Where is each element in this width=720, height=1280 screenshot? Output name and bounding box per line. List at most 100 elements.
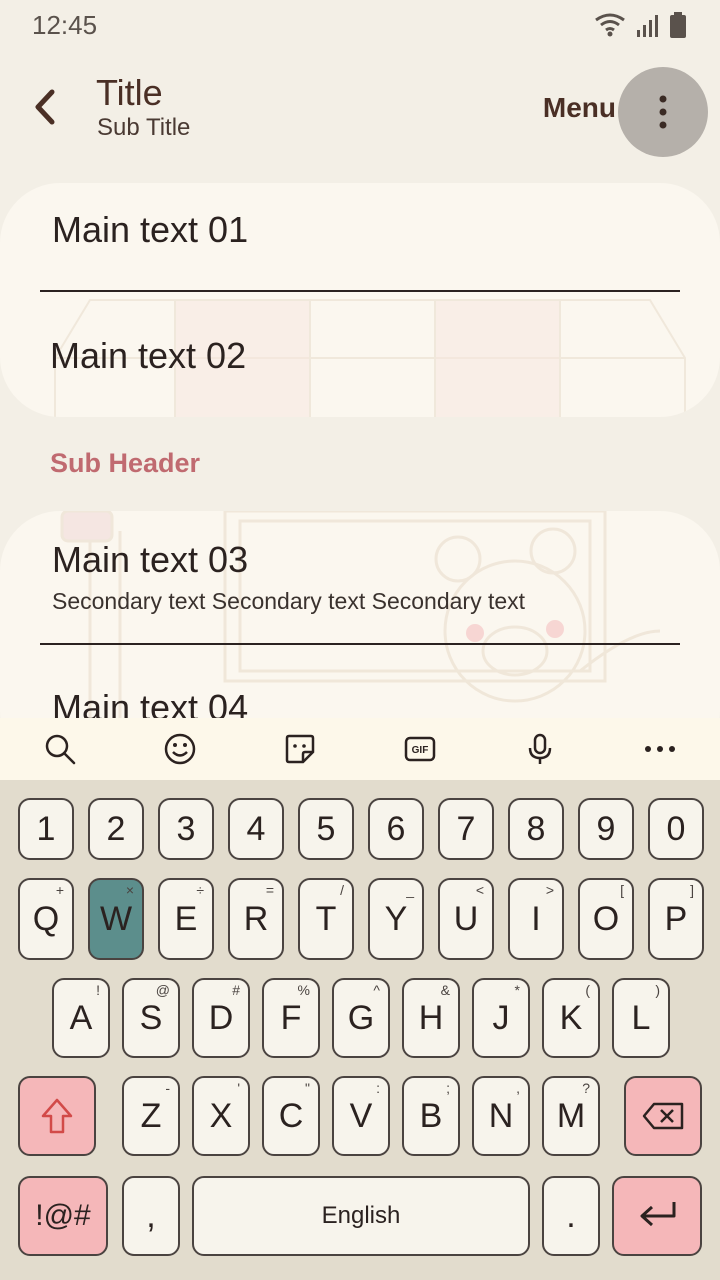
key-label: 8 <box>526 809 546 848</box>
voice-input-button[interactable] <box>523 732 557 766</box>
symbols-key[interactable]: !@# <box>18 1176 108 1256</box>
key-d[interactable]: D # <box>192 978 250 1058</box>
key-secondary-symbol: # <box>232 982 240 998</box>
key-secondary-symbol: " <box>305 1080 310 1096</box>
key-label: V <box>349 1096 373 1135</box>
key-e[interactable]: E ÷ <box>158 878 214 960</box>
signal-icon <box>637 15 658 37</box>
key-label: P <box>664 899 688 938</box>
key-secondary-symbol: ] <box>690 882 694 898</box>
shift-key[interactable] <box>18 1076 96 1156</box>
divider <box>40 290 680 292</box>
key-secondary-symbol: / <box>340 882 344 898</box>
key-k[interactable]: K( <box>542 978 600 1058</box>
key-t[interactable]: T / <box>298 878 354 960</box>
key-secondary-symbol: * <box>514 982 520 998</box>
key-z[interactable]: Z- <box>122 1076 180 1156</box>
key-6[interactable]: 6 <box>368 798 424 860</box>
key-label: E <box>174 899 198 938</box>
key-y[interactable]: Y _ <box>368 878 424 960</box>
period-key[interactable]: . <box>542 1176 600 1256</box>
more-tools-button[interactable] <box>643 732 677 766</box>
menu-button[interactable]: Menu <box>543 92 616 124</box>
list-item-3[interactable]: Main text 03 <box>52 539 248 581</box>
key-secondary-symbol: ÷ <box>196 882 204 898</box>
key-m[interactable]: M? <box>542 1076 600 1156</box>
key-label: R <box>243 899 269 938</box>
key-secondary-symbol: ! <box>96 982 100 998</box>
key-n[interactable]: N, <box>472 1076 530 1156</box>
keyboard-toolbar: GIF <box>0 718 720 780</box>
key-secondary-symbol: + <box>55 882 64 898</box>
gif-button[interactable]: GIF <box>403 732 437 766</box>
more-horiz-icon <box>645 746 675 752</box>
key-q[interactable]: Q + <box>18 878 74 960</box>
key-p[interactable]: P] <box>648 878 704 960</box>
chevron-left-icon <box>35 89 55 125</box>
key-3[interactable]: 3 <box>158 798 214 860</box>
sub-header: Sub Header <box>50 448 201 478</box>
key-s[interactable]: S @ <box>122 978 180 1058</box>
key-u[interactable]: U < <box>438 878 494 960</box>
search-button[interactable] <box>43 732 77 766</box>
key-secondary-symbol: = <box>265 882 274 898</box>
key-j[interactable]: J * <box>472 978 530 1058</box>
back-button[interactable] <box>26 82 66 132</box>
key-label: 9 <box>596 809 616 848</box>
enter-key[interactable] <box>612 1176 702 1256</box>
key-label: 7 <box>456 809 476 848</box>
comma-key[interactable]: , <box>122 1176 180 1256</box>
key-9[interactable]: 9 <box>578 798 634 860</box>
key-label: F <box>280 998 302 1037</box>
key-g[interactable]: G ^ <box>332 978 390 1058</box>
more-options-button[interactable] <box>618 67 708 157</box>
keyboard: !@# , English . 1 2 3 4 5 6 7 8 9 0 Q + W × E ÷ R = T / Y _ U <… <box>0 780 720 1280</box>
divider <box>40 643 680 645</box>
key-b[interactable]: B; <box>402 1076 460 1156</box>
key-secondary-symbol: : <box>376 1080 380 1096</box>
backspace-key[interactable] <box>624 1076 702 1156</box>
key-1[interactable]: 1 <box>18 798 74 860</box>
key-x[interactable]: X ' <box>192 1076 250 1156</box>
key-8[interactable]: 8 <box>508 798 564 860</box>
key-label: 5 <box>316 809 336 848</box>
key-label: Q <box>32 899 60 938</box>
key-l[interactable]: L) <box>612 978 670 1058</box>
key-0[interactable]: 0 <box>648 798 704 860</box>
key-secondary-symbol: , <box>516 1080 520 1096</box>
key-v[interactable]: V: <box>332 1076 390 1156</box>
space-key[interactable]: English <box>192 1176 530 1256</box>
key-a[interactable]: A! <box>52 978 110 1058</box>
key-7[interactable]: 7 <box>438 798 494 860</box>
key-o[interactable]: O[ <box>578 878 634 960</box>
key-c[interactable]: C " <box>262 1076 320 1156</box>
emoji-button[interactable] <box>163 732 197 766</box>
key-secondary-symbol: ^ <box>373 982 380 998</box>
key-label: Y <box>384 899 408 938</box>
key-w[interactable]: W × <box>88 878 144 960</box>
key-label: B <box>419 1096 443 1135</box>
list-card-1: Main text 01 Main text 02 <box>0 183 720 417</box>
key-h[interactable]: H & <box>402 978 460 1058</box>
status-bar: 12:45 <box>0 0 720 52</box>
list-item-1[interactable]: Main text 01 <box>52 209 248 251</box>
key-label: S <box>139 998 163 1037</box>
key-label: 1 <box>36 809 56 848</box>
key-label: U <box>453 899 479 938</box>
status-time: 12:45 <box>32 10 98 40</box>
key-secondary-symbol: [ <box>620 882 624 898</box>
backspace-icon <box>642 1102 684 1130</box>
emoji-icon <box>164 733 196 765</box>
key-2[interactable]: 2 <box>88 798 144 860</box>
key-i[interactable]: I > <box>508 878 564 960</box>
key-f[interactable]: F% <box>262 978 320 1058</box>
key-label: I <box>531 899 541 938</box>
key-r[interactable]: R = <box>228 878 284 960</box>
key-label: 4 <box>246 809 266 848</box>
key-5[interactable]: 5 <box>298 798 354 860</box>
sticker-button[interactable] <box>283 732 317 766</box>
key-secondary-symbol: ; <box>446 1080 450 1096</box>
list-item-2[interactable]: Main text 02 <box>50 335 246 377</box>
key-4[interactable]: 4 <box>228 798 284 860</box>
wifi-icon <box>595 13 625 37</box>
